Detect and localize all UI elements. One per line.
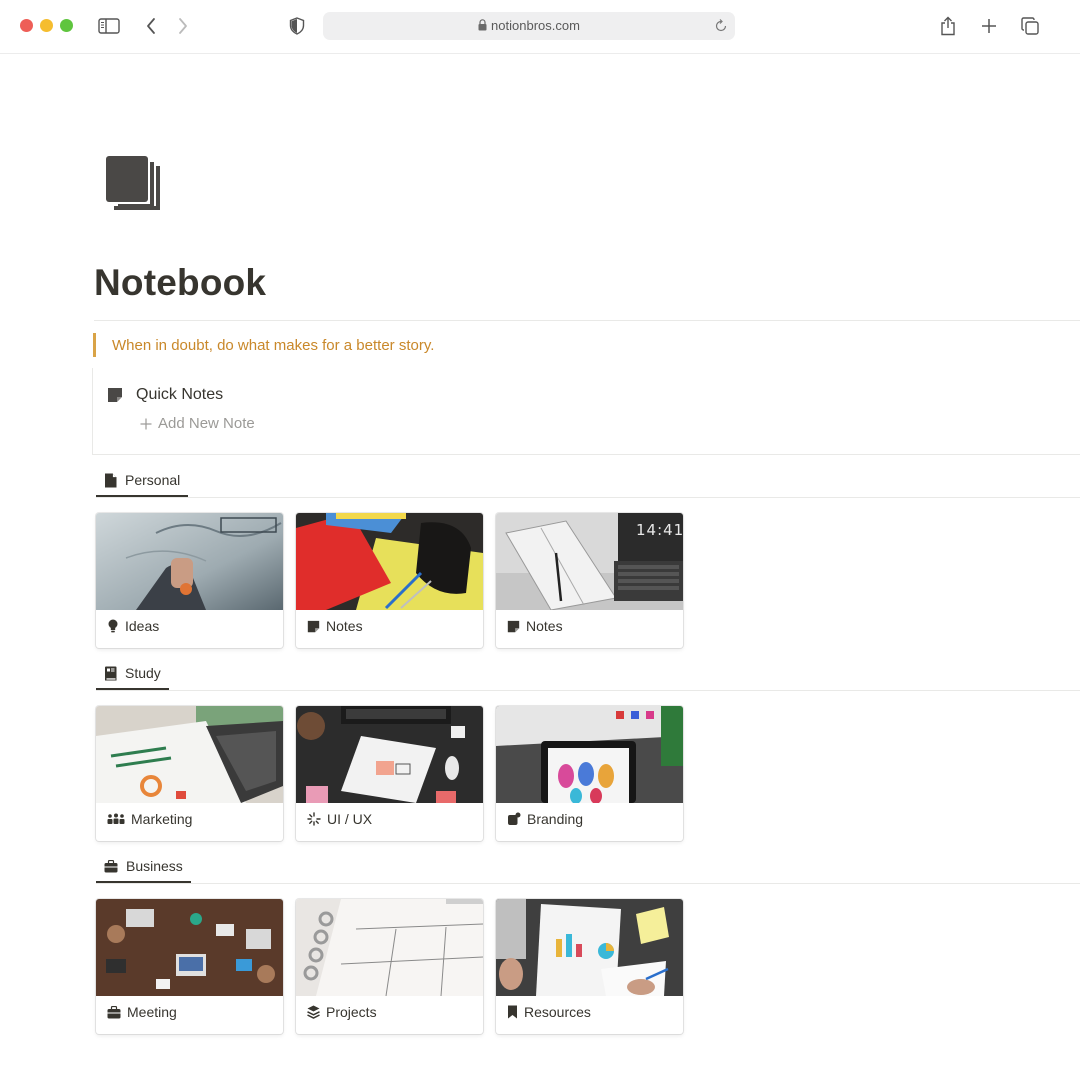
lock-icon xyxy=(478,19,487,31)
card-marketing[interactable]: Marketing xyxy=(96,706,283,841)
url-text: notionbros.com xyxy=(491,18,580,33)
layers-icon xyxy=(307,1005,320,1019)
briefcase-icon xyxy=(104,859,118,872)
tab-business-label: Business xyxy=(126,858,183,874)
title-divider xyxy=(94,320,1080,321)
card-label: Branding xyxy=(527,811,584,827)
clock-overlay-text: 14:41 xyxy=(636,521,683,539)
note-icon xyxy=(107,387,123,403)
card-cover-image xyxy=(296,899,483,996)
plus-icon xyxy=(140,418,152,429)
minimize-window-button[interactable] xyxy=(40,19,53,32)
card-label: UI / UX xyxy=(327,811,373,827)
tab-study-label: Study xyxy=(125,665,161,681)
tab-business[interactable]: Business xyxy=(96,851,191,883)
card-notes-2[interactable]: 14:41 Notes xyxy=(496,513,683,648)
add-new-note-button[interactable]: Add New Note xyxy=(140,415,255,432)
card-cover-image xyxy=(96,899,283,996)
card-notes[interactable]: Notes xyxy=(296,513,483,648)
bookmark-icon xyxy=(508,1005,517,1019)
new-tab-icon[interactable] xyxy=(977,14,1001,38)
add-new-note-label: Add New Note xyxy=(158,415,255,432)
card-cover-image xyxy=(496,899,683,996)
card-ideas[interactable]: Ideas xyxy=(96,513,283,648)
lightbulb-icon xyxy=(108,619,118,633)
people-icon xyxy=(107,813,125,824)
note-icon xyxy=(307,620,320,632)
card-label: Notes xyxy=(526,618,563,634)
quick-notes-title[interactable]: Quick Notes xyxy=(136,386,223,404)
page-title: Notebook xyxy=(94,262,267,303)
card-cover-image xyxy=(296,513,483,610)
briefcase-icon xyxy=(107,1005,121,1018)
card-projects[interactable]: Projects xyxy=(296,899,483,1034)
card-label: Ideas xyxy=(125,618,160,634)
tab-personal[interactable]: Personal xyxy=(96,465,189,497)
browser-toolbar: notionbros.com xyxy=(0,0,1080,54)
sparkle-icon xyxy=(307,812,321,826)
tab-study[interactable]: Study xyxy=(96,658,169,690)
share-icon[interactable] xyxy=(936,14,960,38)
section-divider xyxy=(96,690,1080,691)
privacy-shield-icon[interactable] xyxy=(285,14,309,38)
card-resources[interactable]: Resources xyxy=(496,899,683,1034)
section-divider xyxy=(96,497,1080,498)
tab-overview-icon[interactable] xyxy=(1018,14,1042,38)
card-ui-ux[interactable]: UI / UX xyxy=(296,706,483,841)
book-icon xyxy=(105,666,117,680)
quick-notes-box xyxy=(92,368,1080,455)
card-label: Notes xyxy=(326,618,363,634)
card-meeting[interactable]: Meeting xyxy=(96,899,283,1034)
reload-icon[interactable] xyxy=(713,18,729,34)
card-cover-image xyxy=(296,706,483,803)
card-label: Resources xyxy=(524,1004,591,1020)
card-branding[interactable]: Branding xyxy=(496,706,683,841)
maximize-window-button[interactable] xyxy=(60,19,73,32)
document-icon xyxy=(105,473,117,487)
card-label: Marketing xyxy=(131,811,193,827)
tab-personal-label: Personal xyxy=(125,472,181,488)
card-label: Meeting xyxy=(127,1004,177,1020)
note-icon xyxy=(507,620,520,632)
card-cover-image xyxy=(96,513,283,610)
section-divider xyxy=(96,883,1080,884)
forward-icon[interactable] xyxy=(171,14,195,38)
card-cover-image xyxy=(496,706,683,803)
address-bar[interactable]: notionbros.com xyxy=(323,12,735,40)
card-label: Projects xyxy=(326,1004,377,1020)
notebook-icon[interactable] xyxy=(104,154,162,214)
card-cover-image xyxy=(96,706,283,803)
palette-icon xyxy=(508,812,521,825)
back-icon[interactable] xyxy=(139,14,163,38)
quote-block: When in doubt, do what makes for a bette… xyxy=(93,333,434,357)
sidebar-toggle-icon[interactable] xyxy=(97,14,121,38)
close-window-button[interactable] xyxy=(20,19,33,32)
